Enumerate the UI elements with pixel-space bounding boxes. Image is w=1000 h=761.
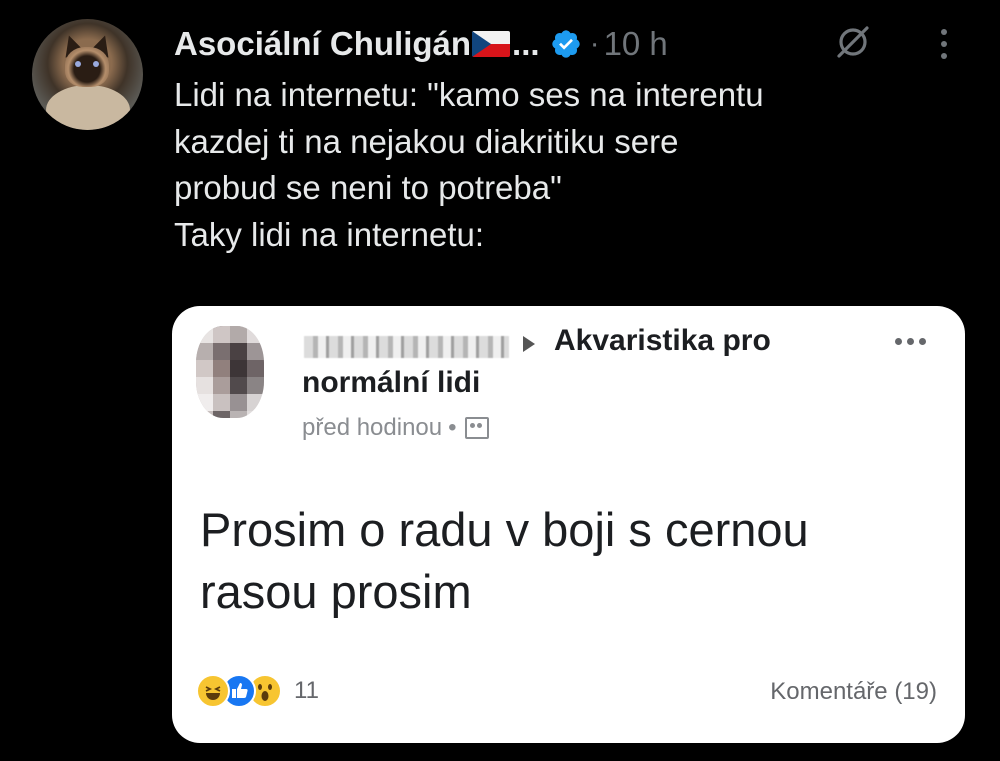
group-audience-icon — [464, 417, 489, 439]
meta-separator: • — [448, 414, 457, 441]
grok-icon[interactable] — [831, 22, 875, 62]
comments-count: Komentáře (19) — [770, 678, 937, 705]
tweet-header: Asociální Chuligán ... · 10 h — [174, 22, 668, 66]
tweet-text-line: kazdej ti na nejakou diakritiku sere — [174, 122, 679, 160]
post-time: před hodinou — [302, 414, 443, 441]
post-meta: před hodinou • — [302, 414, 489, 442]
group-name-line-2[interactable]: normální lidi — [302, 366, 480, 400]
avatar-cat-eye-left — [75, 61, 81, 67]
tweet-time[interactable]: 10 h — [604, 25, 668, 63]
author-avatar[interactable] — [32, 19, 143, 130]
group-name-line-1[interactable]: Akvaristika pro — [554, 324, 771, 358]
post-author-name-pixelated — [304, 336, 509, 358]
reaction-summary: 11 — [196, 674, 319, 708]
embedded-post-image[interactable]: Akvaristika pro normální lidi před hodin… — [172, 306, 965, 743]
name-truncation: ... — [512, 25, 540, 62]
post-text-line: rasou prosim — [200, 565, 472, 618]
caret-right-icon — [523, 336, 535, 352]
post-text: Prosim o radu v boji s cernou rasou pros… — [200, 499, 940, 623]
post-author-avatar-pixelated — [196, 326, 264, 418]
author-name[interactable]: Asociální Chuligán — [174, 25, 471, 63]
more-vertical-icon[interactable] — [934, 24, 954, 64]
avatar-cat-face — [65, 47, 109, 87]
reaction-count: 11 — [294, 677, 319, 704]
post-text-line: Prosim o radu v boji s cernou — [200, 503, 809, 556]
tweet-text-line: Lidi na internetu: "kamo ses na interent… — [174, 76, 764, 113]
tweet-text-line: probud se neni to potreba" — [174, 169, 562, 206]
avatar-cat-body — [46, 85, 130, 130]
tweet-text-line: Taky lidi na internetu: — [174, 215, 485, 253]
verified-badge-icon — [551, 30, 580, 58]
more-horizontal-icon — [890, 334, 930, 348]
avatar-cat-eye-right — [93, 61, 99, 67]
czech-flag-icon — [472, 31, 511, 57]
tweet-text: Lidi na internetu: "kamo ses na interent… — [174, 72, 974, 258]
haha-icon — [196, 674, 230, 708]
header-separator: · — [589, 27, 600, 60]
